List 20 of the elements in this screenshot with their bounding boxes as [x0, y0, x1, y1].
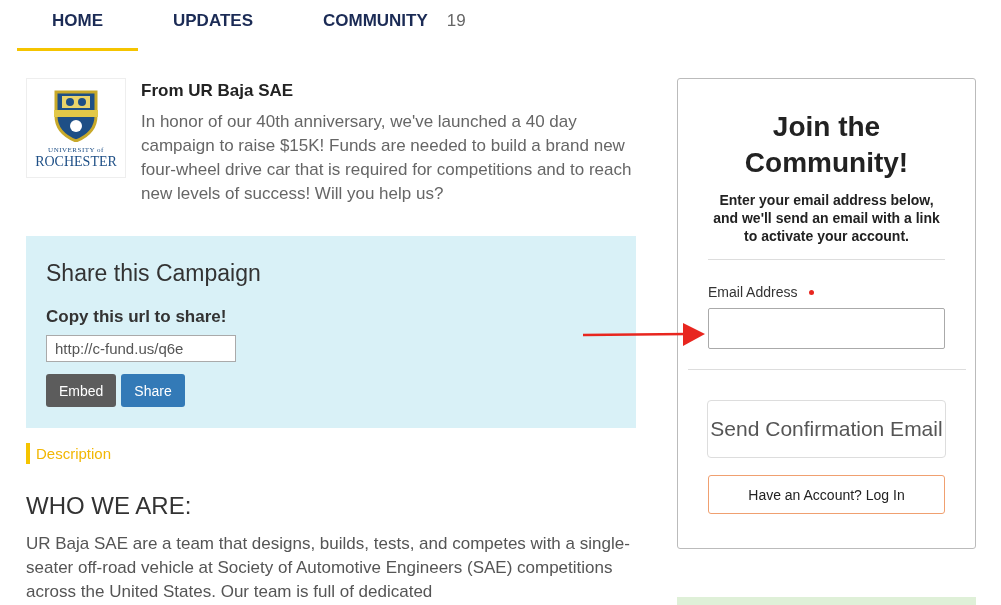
card-subtitle: Enter your email address below, and we'll send an email with a link to activate your account.: [712, 191, 941, 245]
campaign-summary: In honor of our 40th anniversary, we've launched a 40 day campaign to raise $15K! Funds are needed to build a brand new four-wheel drive car that is required for competitions and to reach new levels of success! Will you help us?: [141, 111, 633, 205]
campaign-author: From UR Baja SAE: [141, 81, 295, 101]
section-heading: WHO WE ARE:: [26, 492, 193, 520]
login-button[interactable]: Have an Account? Log In: [708, 475, 945, 514]
tab[interactable]: COMMUNITY 19: [288, 0, 501, 51]
card-title: Join the Community!: [743, 110, 910, 180]
field-label: Copy this url to share!: [46, 307, 228, 327]
embed-button[interactable]: Embed: [46, 374, 117, 407]
field-label: Email Address: [708, 284, 798, 300]
send-button[interactable]: Send Confirmation Email: [707, 400, 946, 458]
share-button[interactable]: Share: [121, 374, 185, 407]
url-field[interactable]: http://c-fund.us/q6e: [46, 335, 236, 362]
tab[interactable]: UPDATES: [138, 0, 288, 51]
section-label: Description: [26, 443, 636, 464]
email-field[interactable]: [708, 308, 945, 349]
tab[interactable]: HOME: [17, 0, 138, 51]
tab-count: 19: [446, 11, 466, 30]
panel-title: Share this Campaign: [46, 260, 262, 287]
body-paragraph: UR Baja SAE are a team that designs, builds, tests, and competes with a single-seater off-road vehicle at Society of Automotive Engineers (SAE) competitions across the United States. Our team is full of dedicated: [26, 533, 631, 603]
